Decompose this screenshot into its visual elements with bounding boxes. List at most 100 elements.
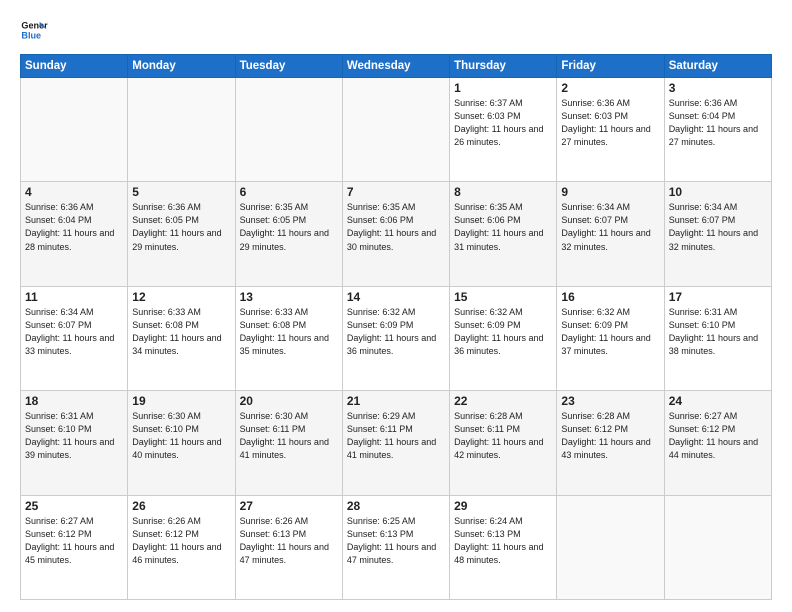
cell-info: Sunrise: 6:27 AM Sunset: 6:12 PM Dayligh… bbox=[669, 410, 767, 462]
cell-info: Sunrise: 6:36 AM Sunset: 6:05 PM Dayligh… bbox=[132, 201, 230, 253]
cell-info: Sunrise: 6:34 AM Sunset: 6:07 PM Dayligh… bbox=[669, 201, 767, 253]
cell-info: Sunrise: 6:27 AM Sunset: 6:12 PM Dayligh… bbox=[25, 515, 123, 567]
logo-icon: General Blue bbox=[20, 16, 48, 44]
day-number: 17 bbox=[669, 290, 767, 304]
day-number: 28 bbox=[347, 499, 445, 513]
day-number: 16 bbox=[561, 290, 659, 304]
cell-info: Sunrise: 6:34 AM Sunset: 6:07 PM Dayligh… bbox=[561, 201, 659, 253]
calendar-cell: 28 Sunrise: 6:25 AM Sunset: 6:13 PM Dayli… bbox=[342, 495, 449, 599]
calendar-header-row: SundayMondayTuesdayWednesdayThursdayFrid… bbox=[21, 55, 772, 78]
page: General Blue SundayMondayTuesdayWednesda… bbox=[0, 0, 792, 612]
day-number: 9 bbox=[561, 185, 659, 199]
cell-info: Sunrise: 6:31 AM Sunset: 6:10 PM Dayligh… bbox=[669, 306, 767, 358]
day-number: 11 bbox=[25, 290, 123, 304]
calendar-week-4: 18 Sunrise: 6:31 AM Sunset: 6:10 PM Dayli… bbox=[21, 391, 772, 495]
calendar-cell: 15 Sunrise: 6:32 AM Sunset: 6:09 PM Dayli… bbox=[450, 286, 557, 390]
calendar-cell: 4 Sunrise: 6:36 AM Sunset: 6:04 PM Daylig… bbox=[21, 182, 128, 286]
day-number: 20 bbox=[240, 394, 338, 408]
day-number: 7 bbox=[347, 185, 445, 199]
cell-info: Sunrise: 6:35 AM Sunset: 6:06 PM Dayligh… bbox=[454, 201, 552, 253]
cell-info: Sunrise: 6:36 AM Sunset: 6:03 PM Dayligh… bbox=[561, 97, 659, 149]
day-number: 15 bbox=[454, 290, 552, 304]
calendar-cell: 13 Sunrise: 6:33 AM Sunset: 6:08 PM Dayli… bbox=[235, 286, 342, 390]
calendar-week-5: 25 Sunrise: 6:27 AM Sunset: 6:12 PM Dayli… bbox=[21, 495, 772, 599]
calendar-cell: 3 Sunrise: 6:36 AM Sunset: 6:04 PM Daylig… bbox=[664, 78, 771, 182]
day-number: 23 bbox=[561, 394, 659, 408]
col-header-friday: Friday bbox=[557, 55, 664, 78]
calendar-table: SundayMondayTuesdayWednesdayThursdayFrid… bbox=[20, 54, 772, 600]
calendar-cell: 25 Sunrise: 6:27 AM Sunset: 6:12 PM Dayli… bbox=[21, 495, 128, 599]
svg-text:Blue: Blue bbox=[21, 30, 41, 40]
calendar-cell: 17 Sunrise: 6:31 AM Sunset: 6:10 PM Dayli… bbox=[664, 286, 771, 390]
cell-info: Sunrise: 6:35 AM Sunset: 6:05 PM Dayligh… bbox=[240, 201, 338, 253]
calendar-cell: 29 Sunrise: 6:24 AM Sunset: 6:13 PM Dayli… bbox=[450, 495, 557, 599]
calendar-cell: 20 Sunrise: 6:30 AM Sunset: 6:11 PM Dayli… bbox=[235, 391, 342, 495]
calendar-cell: 23 Sunrise: 6:28 AM Sunset: 6:12 PM Dayli… bbox=[557, 391, 664, 495]
calendar-cell: 27Sunrise: 6:26 AM Sunset: 6:13 PM Dayli… bbox=[235, 495, 342, 599]
calendar-cell: 2 Sunrise: 6:36 AM Sunset: 6:03 PM Daylig… bbox=[557, 78, 664, 182]
col-header-monday: Monday bbox=[128, 55, 235, 78]
day-number: 4 bbox=[25, 185, 123, 199]
cell-info: Sunrise: 6:31 AM Sunset: 6:10 PM Dayligh… bbox=[25, 410, 123, 462]
day-number: 29 bbox=[454, 499, 552, 513]
calendar-cell: 8 Sunrise: 6:35 AM Sunset: 6:06 PM Daylig… bbox=[450, 182, 557, 286]
day-number: 12 bbox=[132, 290, 230, 304]
day-number: 1 bbox=[454, 81, 552, 95]
calendar-cell bbox=[235, 78, 342, 182]
cell-info: Sunrise: 6:32 AM Sunset: 6:09 PM Dayligh… bbox=[454, 306, 552, 358]
day-number: 2 bbox=[561, 81, 659, 95]
cell-info: Sunrise: 6:30 AM Sunset: 6:10 PM Dayligh… bbox=[132, 410, 230, 462]
cell-info: Sunrise: 6:37 AM Sunset: 6:03 PM Dayligh… bbox=[454, 97, 552, 149]
calendar-cell: 9 Sunrise: 6:34 AM Sunset: 6:07 PM Daylig… bbox=[557, 182, 664, 286]
day-number: 19 bbox=[132, 394, 230, 408]
col-header-saturday: Saturday bbox=[664, 55, 771, 78]
calendar-cell bbox=[664, 495, 771, 599]
calendar-cell: 5Sunrise: 6:36 AM Sunset: 6:05 PM Daylig… bbox=[128, 182, 235, 286]
calendar-cell: 12Sunrise: 6:33 AM Sunset: 6:08 PM Dayli… bbox=[128, 286, 235, 390]
calendar-cell: 18 Sunrise: 6:31 AM Sunset: 6:10 PM Dayli… bbox=[21, 391, 128, 495]
cell-info: Sunrise: 6:24 AM Sunset: 6:13 PM Dayligh… bbox=[454, 515, 552, 567]
cell-info: Sunrise: 6:26 AM Sunset: 6:13 PM Dayligh… bbox=[240, 515, 338, 567]
logo: General Blue bbox=[20, 16, 52, 44]
cell-info: Sunrise: 6:35 AM Sunset: 6:06 PM Dayligh… bbox=[347, 201, 445, 253]
day-number: 25 bbox=[25, 499, 123, 513]
cell-info: Sunrise: 6:36 AM Sunset: 6:04 PM Dayligh… bbox=[25, 201, 123, 253]
col-header-thursday: Thursday bbox=[450, 55, 557, 78]
calendar-cell: 19 Sunrise: 6:30 AM Sunset: 6:10 PM Dayli… bbox=[128, 391, 235, 495]
cell-info: Sunrise: 6:29 AM Sunset: 6:11 PM Dayligh… bbox=[347, 410, 445, 462]
day-number: 18 bbox=[25, 394, 123, 408]
col-header-sunday: Sunday bbox=[21, 55, 128, 78]
cell-info: Sunrise: 6:32 AM Sunset: 6:09 PM Dayligh… bbox=[561, 306, 659, 358]
header: General Blue bbox=[20, 16, 772, 44]
calendar-cell: 7 Sunrise: 6:35 AM Sunset: 6:06 PM Daylig… bbox=[342, 182, 449, 286]
day-number: 10 bbox=[669, 185, 767, 199]
calendar-cell: 14Sunrise: 6:32 AM Sunset: 6:09 PM Dayli… bbox=[342, 286, 449, 390]
cell-info: Sunrise: 6:33 AM Sunset: 6:08 PM Dayligh… bbox=[240, 306, 338, 358]
day-number: 13 bbox=[240, 290, 338, 304]
day-number: 6 bbox=[240, 185, 338, 199]
cell-info: Sunrise: 6:30 AM Sunset: 6:11 PM Dayligh… bbox=[240, 410, 338, 462]
calendar-cell: 11Sunrise: 6:34 AM Sunset: 6:07 PM Dayli… bbox=[21, 286, 128, 390]
day-number: 24 bbox=[669, 394, 767, 408]
calendar-cell bbox=[557, 495, 664, 599]
cell-info: Sunrise: 6:32 AM Sunset: 6:09 PM Dayligh… bbox=[347, 306, 445, 358]
calendar-cell: 22Sunrise: 6:28 AM Sunset: 6:11 PM Dayli… bbox=[450, 391, 557, 495]
cell-info: Sunrise: 6:25 AM Sunset: 6:13 PM Dayligh… bbox=[347, 515, 445, 567]
calendar-week-3: 11Sunrise: 6:34 AM Sunset: 6:07 PM Dayli… bbox=[21, 286, 772, 390]
calendar-week-2: 4 Sunrise: 6:36 AM Sunset: 6:04 PM Daylig… bbox=[21, 182, 772, 286]
col-header-tuesday: Tuesday bbox=[235, 55, 342, 78]
col-header-wednesday: Wednesday bbox=[342, 55, 449, 78]
day-number: 8 bbox=[454, 185, 552, 199]
cell-info: Sunrise: 6:26 AM Sunset: 6:12 PM Dayligh… bbox=[132, 515, 230, 567]
cell-info: Sunrise: 6:36 AM Sunset: 6:04 PM Dayligh… bbox=[669, 97, 767, 149]
calendar-cell: 21Sunrise: 6:29 AM Sunset: 6:11 PM Dayli… bbox=[342, 391, 449, 495]
day-number: 3 bbox=[669, 81, 767, 95]
calendar-cell: 1 Sunrise: 6:37 AM Sunset: 6:03 PM Daylig… bbox=[450, 78, 557, 182]
calendar-cell bbox=[128, 78, 235, 182]
calendar-cell bbox=[21, 78, 128, 182]
calendar-cell: 16 Sunrise: 6:32 AM Sunset: 6:09 PM Dayli… bbox=[557, 286, 664, 390]
calendar-cell: 24 Sunrise: 6:27 AM Sunset: 6:12 PM Dayli… bbox=[664, 391, 771, 495]
cell-info: Sunrise: 6:28 AM Sunset: 6:12 PM Dayligh… bbox=[561, 410, 659, 462]
cell-info: Sunrise: 6:28 AM Sunset: 6:11 PM Dayligh… bbox=[454, 410, 552, 462]
calendar-cell: 26Sunrise: 6:26 AM Sunset: 6:12 PM Dayli… bbox=[128, 495, 235, 599]
